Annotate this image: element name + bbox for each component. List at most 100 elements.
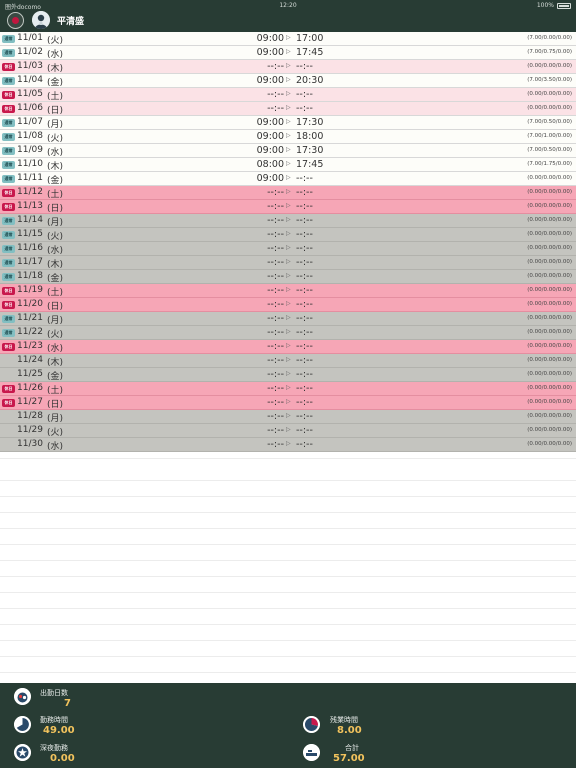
clock-out-time: 17:45: [296, 47, 324, 58]
day-of-week: (土): [47, 386, 64, 396]
hours-breakdown: (0.00/0.00/0.00): [527, 385, 572, 391]
clock-out-time: --:--: [296, 439, 313, 450]
day-row[interactable]: 休日 11/20 (日) --:-- --:-- (0.00/0.00/0.00) ▷: [0, 298, 576, 312]
clock-in-time: 09:00: [256, 145, 284, 156]
day-row[interactable]: 休日 11/26 (土) --:-- --:-- (0.00/0.00/0.00) ▷: [0, 382, 576, 396]
day-date: 11/22: [17, 327, 43, 337]
clock-in-time: --:--: [267, 187, 284, 198]
day-date: 11/18: [17, 271, 43, 281]
hours-breakdown: (7.00/0.75/0.00): [527, 49, 572, 55]
clock-in-time: 09:00: [256, 117, 284, 128]
day-date: 11/12: [17, 187, 43, 197]
day-row[interactable]: 11/29 (火) --:-- --:-- (0.00/0.00/0.00) ▷: [0, 424, 576, 438]
day-type-badge: 通常: [2, 147, 15, 155]
day-row[interactable]: 通常 11/10 (木) 08:00 17:45 (7.00/1.75/0.00) ▷: [0, 158, 576, 172]
day-of-week: (木): [47, 64, 64, 74]
clock-in-time: --:--: [267, 425, 284, 436]
day-row[interactable]: 休日 11/19 (土) --:-- --:-- (0.00/0.00/0.00) ▷: [0, 284, 576, 298]
day-row[interactable]: 通常 11/15 (火) --:-- --:-- (0.00/0.00/0.00) ▷: [0, 228, 576, 242]
clock-out-time: --:--: [296, 201, 313, 212]
clock-in-time: 09:00: [256, 47, 284, 58]
day-row[interactable]: 通常 11/17 (木) --:-- --:-- (0.00/0.00/0.00) ▷: [0, 256, 576, 270]
day-type-badge: 通常: [2, 77, 15, 85]
clock-out-time: --:--: [296, 61, 313, 72]
hours-breakdown: (0.00/0.00/0.00): [527, 371, 572, 377]
day-row[interactable]: 通常 11/21 (月) --:-- --:-- (0.00/0.00/0.00) ▷: [0, 312, 576, 326]
clock-in-time: 08:00: [256, 159, 284, 170]
day-date: 11/26: [17, 383, 43, 393]
day-type-badge: 休日: [2, 105, 15, 113]
day-of-week: (月): [47, 316, 64, 326]
day-type-badge: 通常: [2, 259, 15, 267]
day-row[interactable]: 11/28 (月) --:-- --:-- (0.00/0.00/0.00) ▷: [0, 410, 576, 424]
clock-out-time: --:--: [296, 271, 313, 282]
day-row[interactable]: 休日 11/12 (土) --:-- --:-- (0.00/0.00/0.00) ▷: [0, 186, 576, 200]
arrow-icon: ▷: [286, 356, 291, 363]
day-row[interactable]: 11/25 (金) --:-- --:-- (0.00/0.00/0.00) ▷: [0, 368, 576, 382]
day-row[interactable]: 通常 11/14 (月) --:-- --:-- (0.00/0.00/0.00) ▷: [0, 214, 576, 228]
day-type-badge: 通常: [2, 175, 15, 183]
day-type-badge: 休日: [2, 385, 15, 393]
day-row[interactable]: 通常 11/22 (火) --:-- --:-- (0.00/0.00/0.00) ▷: [0, 326, 576, 340]
clock-in-time: --:--: [267, 355, 284, 366]
day-row[interactable]: 11/30 (水) --:-- --:-- (0.00/0.00/0.00) ▷: [0, 438, 576, 452]
clock-out-time: --:--: [296, 215, 313, 226]
empty-list-area: [0, 453, 576, 683]
day-row[interactable]: 通常 11/09 (水) 09:00 17:30 (7.00/0.50/0.00) ▷: [0, 144, 576, 158]
clock-in-time: --:--: [267, 229, 284, 240]
day-row[interactable]: 休日 11/13 (日) --:-- --:-- (0.00/0.00/0.00) ▷: [0, 200, 576, 214]
top-bar: 平清盛: [0, 11, 576, 32]
day-row[interactable]: 休日 11/06 (日) --:-- --:-- (0.00/0.00/0.00) ▷: [0, 102, 576, 116]
arrow-icon: ▷: [286, 118, 291, 125]
day-row[interactable]: 通常 11/08 (火) 09:00 18:00 (7.00/1.00/0.00) ▷: [0, 130, 576, 144]
clock-in-time: 09:00: [256, 173, 284, 184]
close-button[interactable]: [7, 12, 24, 29]
day-type-badge: 通常: [2, 329, 15, 337]
day-date: 11/20: [17, 299, 43, 309]
clock-out-time: 18:00: [296, 131, 324, 142]
day-type-badge: 通常: [2, 119, 15, 127]
arrow-icon: ▷: [286, 328, 291, 335]
day-date: 11/09: [17, 145, 43, 155]
day-row[interactable]: 休日 11/03 (木) --:-- --:-- (0.00/0.00/0.00) ▷: [0, 60, 576, 74]
total-icon: [303, 744, 320, 761]
day-row[interactable]: 通常 11/01 (火) 09:00 17:00 (7.00/0.00/0.00) ▷: [0, 32, 576, 46]
hours-breakdown: (0.00/0.00/0.00): [527, 91, 572, 97]
hours-breakdown: (0.00/0.00/0.00): [527, 217, 572, 223]
day-row[interactable]: 休日 11/27 (日) --:-- --:-- (0.00/0.00/0.00) ▷: [0, 396, 576, 410]
status-bar: 圏外docomo 12:20 100%: [0, 0, 576, 11]
day-row[interactable]: 通常 11/07 (月) 09:00 17:30 (7.00/0.50/0.00) ▷: [0, 116, 576, 130]
arrow-icon: ▷: [286, 160, 291, 167]
close-icon: [12, 17, 19, 24]
arrow-icon: ▷: [286, 132, 291, 139]
day-of-week: (日): [47, 400, 64, 410]
day-row[interactable]: 通常 11/04 (金) 09:00 20:30 (7.00/3.50/0.00) ▷: [0, 74, 576, 88]
day-row[interactable]: 休日 11/05 (土) --:-- --:-- (0.00/0.00/0.00) ▷: [0, 88, 576, 102]
arrow-icon: ▷: [286, 384, 291, 391]
day-date: 11/13: [17, 201, 43, 211]
total-value: 57.00: [333, 753, 365, 764]
hours-breakdown: (0.00/0.00/0.00): [527, 203, 572, 209]
clock-out-time: --:--: [296, 355, 313, 366]
day-of-week: (月): [47, 414, 64, 424]
day-row[interactable]: 通常 11/18 (金) --:-- --:-- (0.00/0.00/0.00) ▷: [0, 270, 576, 284]
hours-breakdown: (0.00/0.00/0.00): [527, 343, 572, 349]
hours-breakdown: (7.00/0.00/0.00): [527, 35, 572, 41]
day-type-badge: 休日: [2, 399, 15, 407]
day-date: 11/29: [17, 425, 43, 435]
day-type-badge: 通常: [2, 161, 15, 169]
day-row[interactable]: 通常 11/16 (水) --:-- --:-- (0.00/0.00/0.00) ▷: [0, 242, 576, 256]
day-row[interactable]: 通常 11/02 (水) 09:00 17:45 (7.00/0.75/0.00) ▷: [0, 46, 576, 60]
day-row[interactable]: 11/24 (木) --:-- --:-- (0.00/0.00/0.00) ▷: [0, 354, 576, 368]
app-root: 圏外docomo 12:20 100% 平清盛 通常 11/01 (火) 09:00 1…: [0, 0, 576, 768]
night-work-icon: [14, 744, 31, 761]
clock-out-time: --:--: [296, 411, 313, 422]
avatar[interactable]: [32, 11, 50, 29]
arrow-icon: ▷: [286, 412, 291, 419]
day-row[interactable]: 休日 11/23 (水) --:-- --:-- (0.00/0.00/0.00) ▷: [0, 340, 576, 354]
day-of-week: (金): [47, 372, 64, 382]
clock-out-time: --:--: [296, 187, 313, 198]
day-row[interactable]: 通常 11/11 (金) 09:00 --:-- (0.00/0.00/0.00) ▷: [0, 172, 576, 186]
clock-in-time: --:--: [267, 313, 284, 324]
day-date: 11/11: [17, 173, 43, 183]
